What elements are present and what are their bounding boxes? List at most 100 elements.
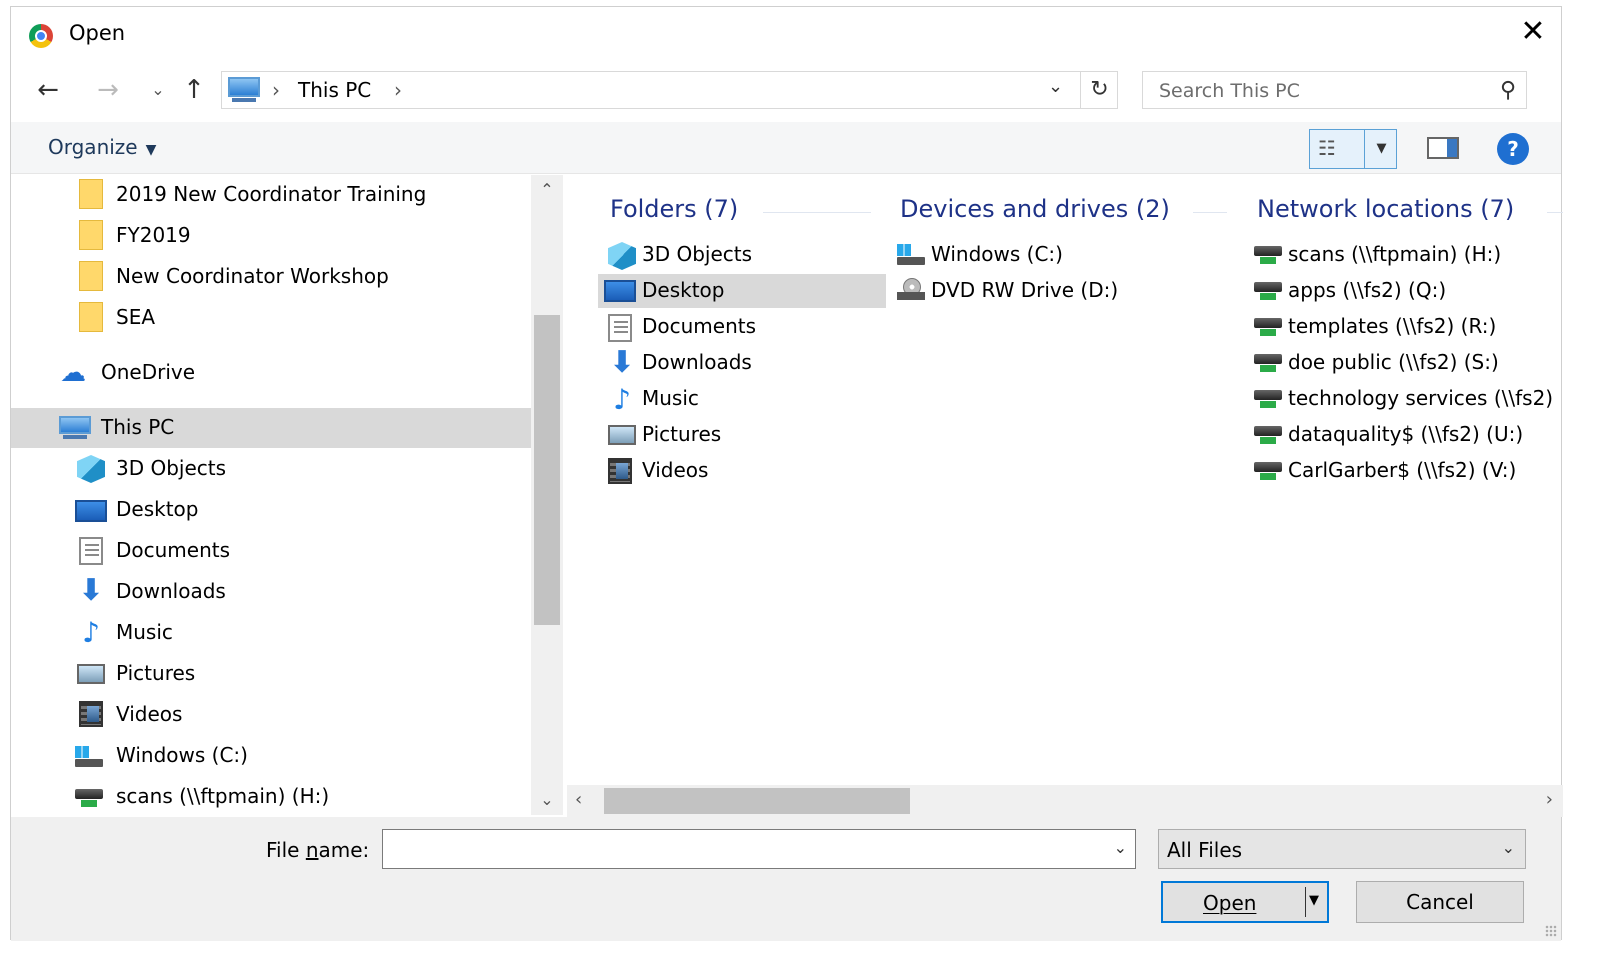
drive-item-windows-c[interactable]: Windows (C:) (887, 238, 1175, 272)
content-horizontal-scrollbar[interactable]: ‹ › (567, 785, 1563, 817)
windows-drive-icon (75, 746, 103, 768)
music-icon: ♪ (82, 616, 100, 649)
item-label: Documents (642, 314, 757, 338)
open-options-dropdown[interactable]: ▼ (1309, 893, 1319, 908)
network-drive-icon (1254, 354, 1282, 374)
file-name-dropdown-icon[interactable]: ⌄ (1114, 838, 1127, 857)
cancel-button[interactable]: Cancel (1356, 881, 1524, 923)
pictures-icon (77, 664, 105, 684)
resize-grip-icon[interactable] (1545, 925, 1557, 937)
change-view-button[interactable]: ☷ ▼ (1309, 129, 1397, 169)
network-item-scans-h[interactable]: scans (\\ftpmain) (H:) (1244, 238, 1563, 272)
nav-item-label: Downloads (116, 579, 226, 603)
bottom-panel: File name: ⌄ All Files ⌄ Open ▼ Cancel (11, 817, 1561, 941)
refresh-button[interactable]: ↻ (1080, 72, 1118, 108)
group-header-devices-and-drives[interactable]: Devices and drives (2) (900, 195, 1170, 223)
scroll-down-icon[interactable]: ⌄ (531, 785, 563, 815)
scroll-left-icon[interactable]: ‹ (575, 789, 582, 810)
network-item-doe-public-s[interactable]: doe public (\\fs2) (S:) (1244, 346, 1563, 380)
nav-item-scans-h[interactable]: scans (\\ftpmain) (H:) (11, 777, 531, 815)
navigation-scrollbar[interactable]: ⌃ ⌄ (531, 175, 563, 815)
folder-icon (79, 302, 103, 332)
file-type-select[interactable]: All Files ⌄ (1158, 829, 1526, 869)
scroll-right-icon[interactable]: › (1546, 789, 1553, 810)
recent-locations-button[interactable]: ⌄ (141, 73, 175, 107)
close-button[interactable]: ✕ (1513, 15, 1553, 51)
forward-button[interactable]: → (91, 73, 125, 107)
desktop-icon (75, 500, 107, 522)
3d-objects-icon (77, 455, 105, 483)
breadcrumb-separator[interactable]: › (394, 78, 402, 102)
network-item-technology-services[interactable]: technology services (\\fs2) (1244, 382, 1563, 416)
search-input[interactable]: Search This PC (1159, 80, 1300, 102)
up-button[interactable]: ↑ (177, 73, 211, 107)
content-pane: Folders (7) 3D Objects Desktop Documents… (567, 175, 1563, 787)
folder-item-3d-objects[interactable]: 3D Objects (598, 238, 886, 272)
nav-item-label: New Coordinator Workshop (116, 264, 389, 288)
organize-button[interactable]: Organize ▼ (48, 135, 156, 159)
network-item-carlgarber-v[interactable]: CarlGarber$ (\\fs2) (V:) (1244, 454, 1563, 488)
search-icon[interactable]: ⚲ (1500, 78, 1516, 103)
nav-item-windows-c[interactable]: Windows (C:) (11, 736, 531, 776)
nav-item-new-coordinator-workshop[interactable]: New Coordinator Workshop (11, 257, 531, 297)
folder-item-desktop[interactable]: Desktop (598, 274, 886, 308)
scrollbar-thumb[interactable] (604, 788, 910, 814)
nav-item-videos[interactable]: Videos (11, 695, 531, 735)
split-divider (1305, 887, 1306, 917)
file-name-label: File name: (266, 838, 369, 862)
drive-item-dvd-rw-d[interactable]: DVD RW Drive (D:) (887, 274, 1175, 308)
address-dropdown-button[interactable]: ⌄ (1048, 76, 1063, 97)
item-label: Music (642, 386, 699, 410)
nav-item-fy2019[interactable]: FY2019 (11, 216, 531, 256)
documents-icon (608, 314, 632, 342)
item-label: Videos (642, 458, 709, 482)
folder-item-downloads[interactable]: ⬇ Downloads (598, 346, 886, 380)
music-icon: ♪ (613, 383, 631, 416)
nav-item-pictures[interactable]: Pictures (11, 654, 531, 694)
file-name-label-part: ame: (318, 838, 370, 862)
item-label: DVD RW Drive (D:) (931, 278, 1119, 302)
caret-down-icon: ▼ (145, 142, 157, 158)
file-name-input[interactable]: ⌄ (382, 829, 1136, 869)
nav-item-this-pc[interactable]: This PC (11, 408, 531, 448)
nav-item-desktop[interactable]: Desktop (11, 490, 531, 530)
folder-icon (79, 179, 103, 209)
network-item-templates-r[interactable]: templates (\\fs2) (R:) (1244, 310, 1563, 344)
downloads-icon: ⬇ (609, 345, 635, 380)
pictures-icon (608, 425, 636, 445)
window-title: Open (69, 21, 126, 45)
folder-item-music[interactable]: ♪ Music (598, 382, 886, 416)
folder-item-documents[interactable]: Documents (598, 310, 886, 344)
nav-item-onedrive[interactable]: ☁ OneDrive (11, 353, 531, 393)
nav-item-3d-objects[interactable]: 3D Objects (11, 449, 531, 489)
address-bar[interactable]: › This PC › ⌄ ↻ (221, 71, 1118, 109)
breadcrumb-separator[interactable]: › (272, 78, 280, 102)
nav-item-documents[interactable]: Documents (11, 531, 531, 571)
scrollbar-thumb[interactable] (534, 315, 560, 625)
nav-item-downloads[interactable]: ⬇ Downloads (11, 572, 531, 612)
nav-item-2019-new-coordinator-training[interactable]: 2019 New Coordinator Training (11, 175, 531, 215)
nav-item-music[interactable]: ♪ Music (11, 613, 531, 653)
network-item-apps-q[interactable]: apps (\\fs2) (Q:) (1244, 274, 1563, 308)
group-header-network-locations[interactable]: Network locations (7) (1257, 195, 1514, 223)
network-drive-icon (1254, 390, 1282, 410)
group-header-folders[interactable]: Folders (7) (610, 195, 738, 223)
open-button[interactable]: Open ▼ (1161, 881, 1329, 923)
search-box[interactable]: Search This PC ⚲ (1142, 71, 1527, 109)
breadcrumb-this-pc[interactable]: This PC (298, 78, 371, 102)
network-drive-icon (1254, 426, 1282, 446)
folder-item-videos[interactable]: Videos (598, 454, 886, 488)
scroll-up-icon[interactable]: ⌃ (531, 175, 563, 205)
view-options-dropdown[interactable]: ▼ (1364, 130, 1398, 168)
item-label: apps (\\fs2) (Q:) (1288, 278, 1447, 302)
help-icon[interactable]: ? (1497, 133, 1529, 165)
view-icon: ☷ (1318, 136, 1336, 160)
nav-item-sea[interactable]: SEA (11, 298, 531, 338)
network-item-dataquality-u[interactable]: dataquality$ (\\fs2) (U:) (1244, 418, 1563, 452)
folder-item-pictures[interactable]: Pictures (598, 418, 886, 452)
file-name-label-accesskey: n (305, 838, 319, 862)
back-button[interactable]: ← (31, 73, 65, 107)
item-label: 3D Objects (642, 242, 753, 266)
documents-icon (79, 537, 103, 565)
preview-pane-icon[interactable] (1427, 137, 1459, 159)
